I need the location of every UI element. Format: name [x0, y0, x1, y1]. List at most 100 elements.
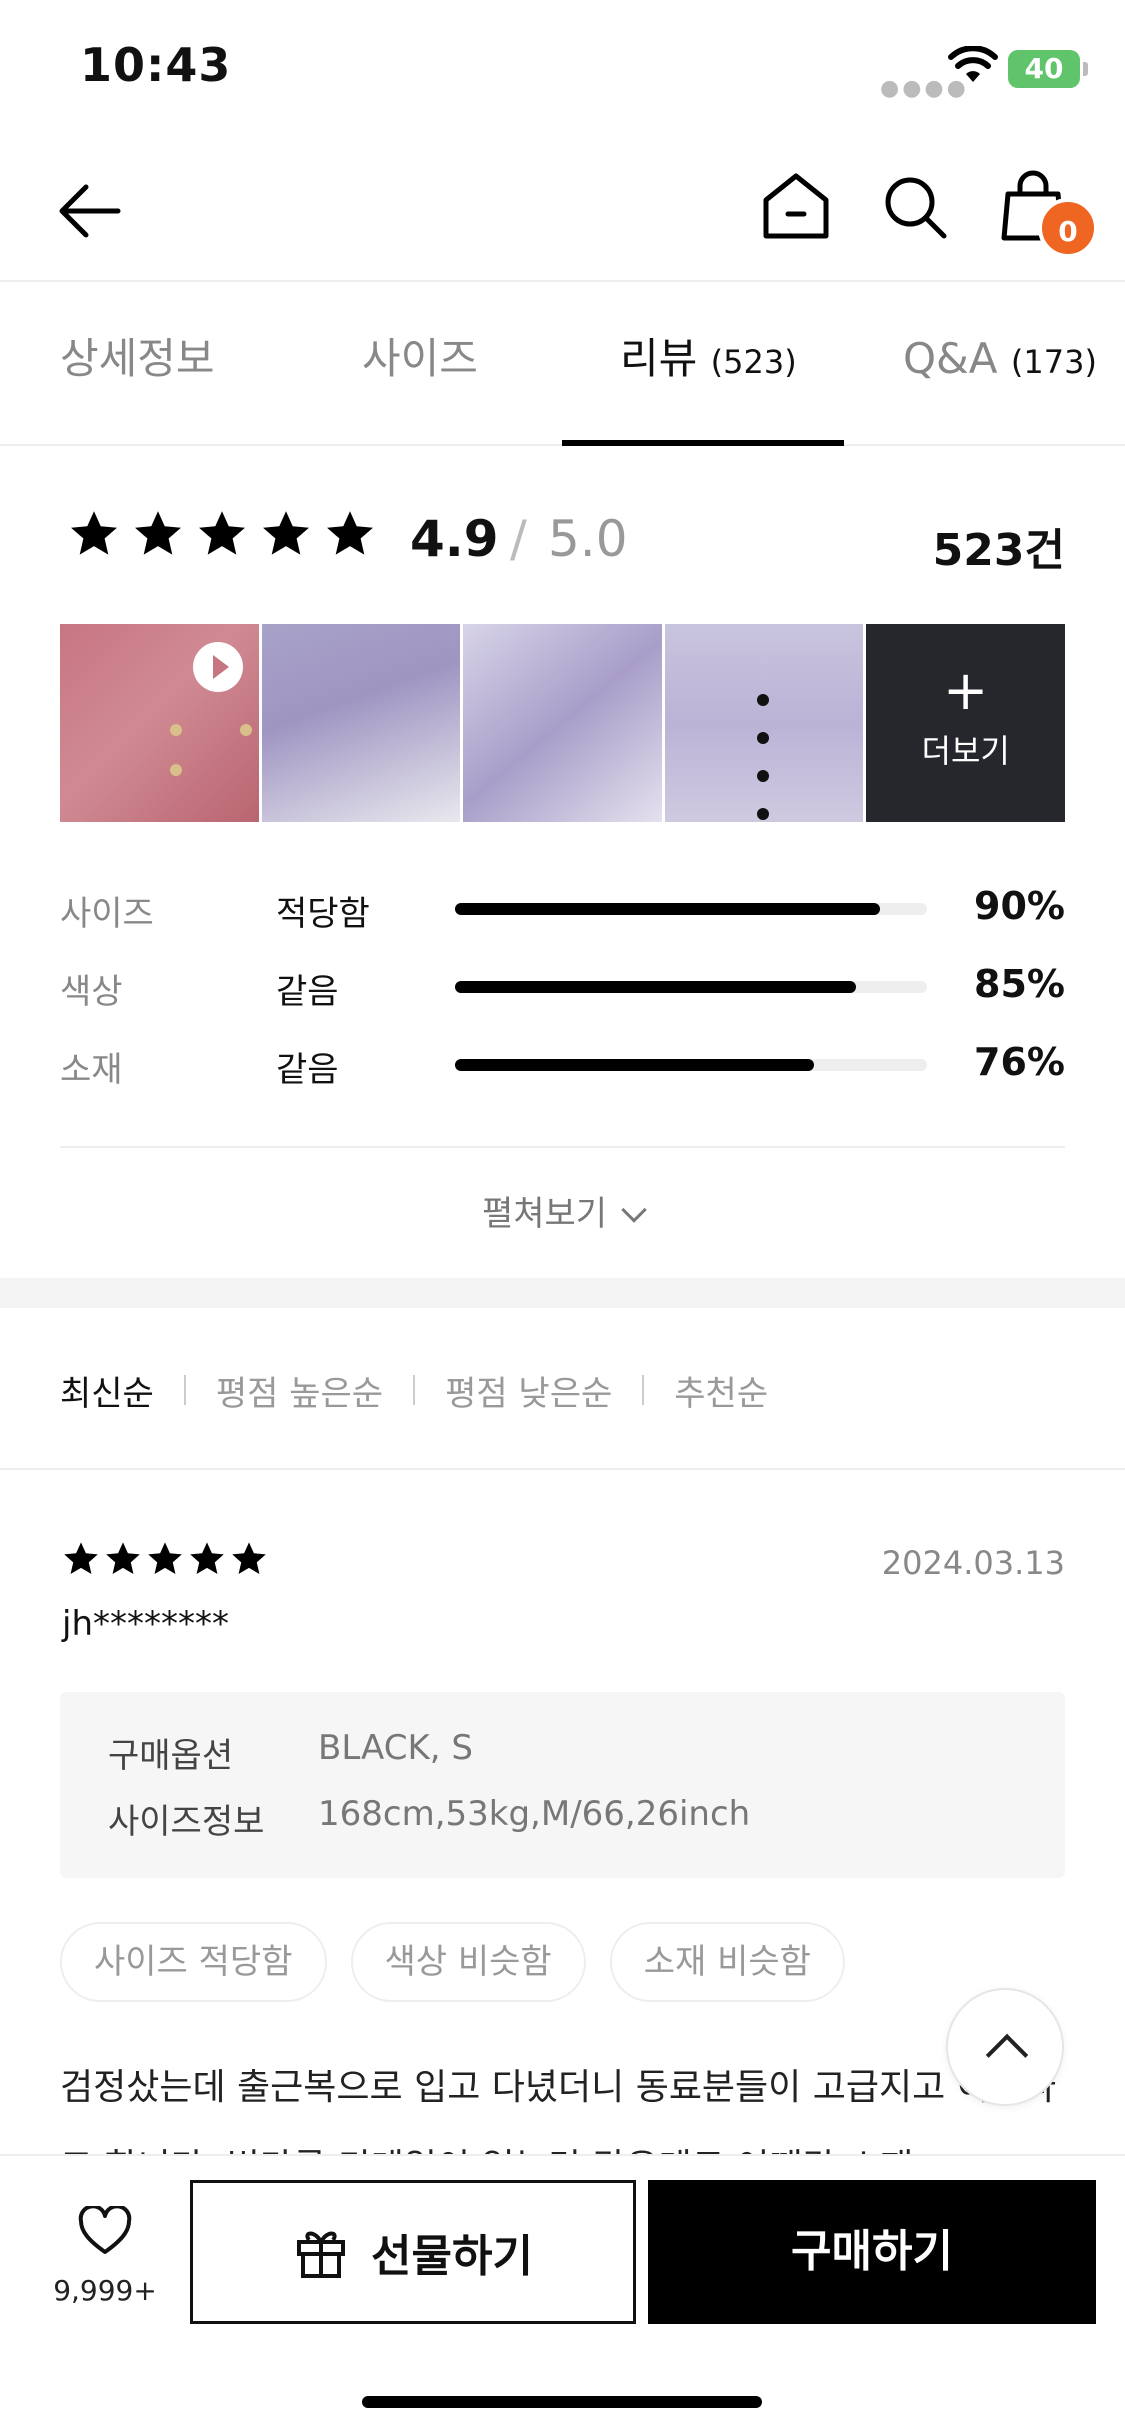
review-tag: 소재 비슷함: [609, 1922, 845, 2002]
fit-stat-color: 색상 같음 85%: [60, 954, 1065, 1014]
bottom-action-bar: 9,999+ 선물하기 구매하기: [0, 2154, 1125, 2436]
fit-stat-name: 소재: [60, 1050, 123, 1090]
fit-stat-bar: [455, 981, 927, 993]
gift-button[interactable]: 선물하기: [190, 2180, 636, 2324]
battery-icon: 40: [1008, 50, 1088, 88]
gift-icon: [297, 2231, 346, 2278]
review-photo-more[interactable]: + 더보기: [866, 624, 1065, 822]
play-icon: [193, 642, 243, 692]
tab-label: 상세정보: [60, 334, 215, 383]
product-tabs: 상세정보 사이즈 리뷰 (523) Q&A (173): [0, 284, 1125, 446]
expand-label: 펼쳐보기: [481, 1194, 608, 1234]
purchase-option-label: 구매옵션: [108, 1736, 234, 1776]
purchase-option-value: BLACK, S: [318, 1728, 473, 1768]
star-icon: [71, 511, 117, 555]
rating-stars: [68, 508, 376, 560]
status-time: 10:43: [80, 38, 232, 92]
fit-stat-name: 색상: [60, 972, 123, 1012]
tab-label: 사이즈: [362, 334, 478, 383]
tab-size[interactable]: 사이즈: [362, 284, 478, 446]
sort-recommended[interactable]: 추천순: [674, 1366, 768, 1415]
battery-level: 40: [1024, 52, 1064, 85]
fit-stat-value: 같음: [276, 1050, 339, 1090]
tab-count: (173): [1010, 343, 1097, 381]
review-username: jh********: [62, 1604, 229, 1644]
fit-stat-value: 같음: [276, 972, 339, 1012]
star-icon: [106, 1542, 140, 1575]
sort-rating-high[interactable]: 평점 높은순: [216, 1366, 383, 1415]
tab-count: (523): [710, 343, 797, 381]
fit-stat-percent: 85%: [974, 962, 1065, 1006]
search-icon[interactable]: [880, 172, 950, 242]
star-icon: [232, 1542, 266, 1575]
size-info-value: 168cm,53kg,M/66,26inch: [318, 1794, 751, 1834]
review-photo[interactable]: [463, 624, 662, 822]
sort-latest[interactable]: 최신순: [60, 1366, 154, 1415]
expand-button[interactable]: 펼쳐보기: [0, 1186, 1125, 1235]
active-tab-indicator: [562, 440, 844, 446]
chevron-down-icon: [621, 1197, 647, 1223]
rating-score: 4.9: [410, 510, 499, 568]
fit-stat-value: 적당함: [276, 894, 370, 934]
sort-rating-low[interactable]: 평점 낮은순: [445, 1366, 612, 1415]
home-icon[interactable]: [760, 170, 832, 242]
review-photos: + 더보기: [60, 624, 1065, 822]
review-photo[interactable]: [261, 624, 461, 822]
star-icon: [327, 511, 373, 555]
star-icon: [148, 1542, 182, 1575]
like-button[interactable]: 9,999+: [30, 2206, 180, 2307]
star-icon: [64, 1542, 98, 1575]
section-divider: [0, 1278, 1125, 1308]
status-bar: 10:43 ●●●● 40: [0, 0, 1125, 140]
sort-separator: [183, 1375, 186, 1405]
top-nav: 0: [0, 150, 1125, 282]
review-tag: 사이즈 적당함: [60, 1922, 327, 2002]
tab-label: Q&A: [903, 334, 998, 383]
size-info-label: 사이즈정보: [108, 1802, 265, 1842]
review-sort-options: 최신순 평점 높은순 평점 낮은순 추천순: [60, 1360, 768, 1420]
review-photo[interactable]: [664, 624, 864, 822]
star-icon: [135, 511, 181, 555]
scroll-to-top-button[interactable]: [946, 1988, 1064, 2106]
rating-summary: 4.9 / 5.0 523건: [60, 500, 1065, 580]
heart-icon: [78, 2206, 132, 2254]
fit-stat-bar: [455, 903, 927, 915]
fit-stat-size: 사이즈 적당함 90%: [60, 876, 1065, 936]
review-photo-video[interactable]: [60, 624, 259, 822]
cart-count-badge: 0: [1038, 198, 1098, 258]
fit-stat-bar: [455, 1059, 927, 1071]
review-tags: 사이즈 적당함 색상 비슷함 소재 비슷함: [60, 1922, 845, 2002]
buy-button[interactable]: 구매하기: [648, 2180, 1096, 2324]
star-icon: [190, 1542, 224, 1575]
back-arrow-icon[interactable]: [56, 176, 126, 246]
fit-stat-material: 소재 같음 76%: [60, 1032, 1065, 1092]
fit-stat-percent: 76%: [974, 1040, 1065, 1084]
rating-separator: /: [510, 510, 527, 568]
fit-stat-name: 사이즈: [60, 894, 154, 934]
review-body: 검정샀는데 출근복으로 입고 다녔더니 동료분들이 고급지고 이쁘다고 합니다.…: [60, 2067, 1056, 2158]
sort-separator: [642, 1375, 645, 1405]
sort-separator: [413, 1375, 416, 1405]
more-photos-label: 더보기: [921, 732, 1010, 770]
review-date: 2024.03.13: [881, 1544, 1065, 1582]
fit-stat-bar-fill: [455, 903, 880, 915]
tab-qna[interactable]: Q&A (173): [903, 284, 1097, 446]
review-tag: 색상 비슷함: [350, 1922, 586, 2002]
more-photos-overlay: + 더보기: [866, 624, 1065, 822]
fit-stat-bar-fill: [455, 981, 857, 993]
plus-icon: +: [943, 659, 989, 722]
tab-reviews[interactable]: 리뷰 (523): [620, 284, 797, 446]
purchase-info-box: 구매옵션 BLACK, S 사이즈정보 168cm,53kg,M/66,26in…: [60, 1692, 1065, 1878]
review-stars: [62, 1540, 268, 1578]
wifi-icon: [948, 46, 998, 82]
star-icon: [263, 511, 309, 555]
home-indicator: [362, 2396, 762, 2408]
divider: [0, 1468, 1125, 1470]
rating-max: 5.0: [548, 510, 628, 568]
like-count: 9,999+: [53, 2274, 157, 2307]
fit-stat-percent: 90%: [974, 884, 1065, 928]
tab-details[interactable]: 상세정보: [60, 284, 215, 446]
fit-stat-bar-fill: [455, 1059, 814, 1071]
buy-button-label: 구매하기: [791, 2226, 953, 2277]
review-total-count: 523건: [932, 525, 1065, 576]
